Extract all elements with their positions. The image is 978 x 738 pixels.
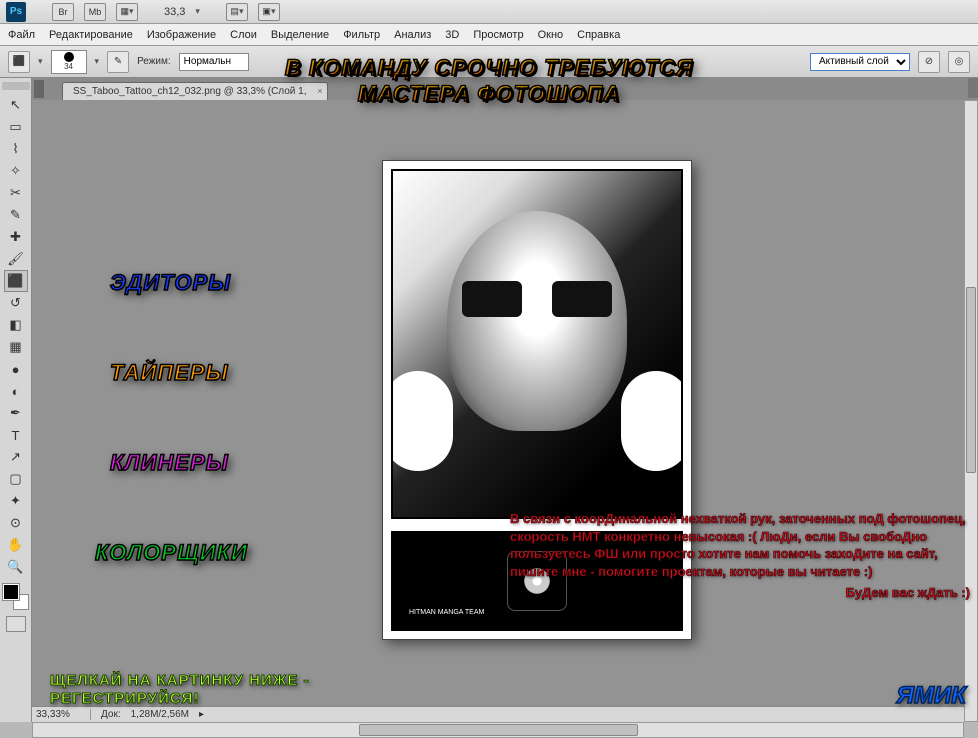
titlebar-zoom[interactable]: 33,3 <box>164 6 185 18</box>
menu-filter[interactable]: Фильтр <box>343 29 380 41</box>
hand-tool[interactable]: ✋ <box>4 534 28 556</box>
pillow-left-shape <box>391 371 453 471</box>
canvas[interactable]: HITMAN MANGA TEAM <box>32 100 978 722</box>
eyedropper-tool[interactable]: ✎ <box>4 204 28 226</box>
menu-window[interactable]: Окно <box>538 29 564 41</box>
toolbox: ↖ ▭ ⌇ ✧ ✂ ✎ ✚ 🖌 ⬛ ↺ ◧ ▦ ● ◐ ✒ T ↗ ▢ ✦ ⊙ … <box>0 78 32 722</box>
zoom-tool[interactable]: 🔍 <box>4 556 28 578</box>
crop-tool[interactable]: ✂ <box>4 182 28 204</box>
v-scroll-thumb[interactable] <box>966 287 976 473</box>
fg-color-swatch[interactable] <box>3 584 19 600</box>
3d-tool[interactable]: ✦ <box>4 490 28 512</box>
headline-text: В КОМАНДУ СРОЧНО ТРЕБУЮТСЯ МАСТЕРА ФОТОШ… <box>0 55 978 108</box>
pillow-right-shape <box>621 371 683 471</box>
gradient-tool[interactable]: ▦ <box>4 336 28 358</box>
role-colorists: КОЛОРЩИКИ <box>95 540 248 566</box>
path-tool[interactable]: ↗ <box>4 446 28 468</box>
bridge-icon[interactable]: Br <box>52 3 74 21</box>
cta-text: ЩЕЛКАЙ НА КАРТИНКУ НИЖЕ - РЕГЕСТРИРУЙСЯ! <box>50 672 310 708</box>
workspace: ↖ ▭ ⌇ ✧ ✂ ✎ ✚ 🖌 ⬛ ↺ ◧ ▦ ● ◐ ✒ T ↗ ▢ ✦ ⊙ … <box>0 78 978 722</box>
heal-tool[interactable]: ✚ <box>4 226 28 248</box>
menu-analysis[interactable]: Анализ <box>394 29 431 41</box>
status-doc-label: Док: <box>101 709 121 720</box>
face-shape <box>447 211 627 431</box>
menu-edit[interactable]: Редактирование <box>49 29 133 41</box>
dodge-tool[interactable]: ◐ <box>4 380 28 402</box>
shape-tool[interactable]: ▢ <box>4 468 28 490</box>
quickmask-toggle[interactable] <box>6 616 26 632</box>
status-doc-size: 1,28M/2,56M <box>131 709 189 720</box>
eraser-tool[interactable]: ◧ <box>4 314 28 336</box>
stamp-tool[interactable]: ⬛ <box>4 270 28 292</box>
menu-help[interactable]: Справка <box>577 29 620 41</box>
brush-tool[interactable]: 🖌 <box>4 248 28 270</box>
history-brush-tool[interactable]: ↺ <box>4 292 28 314</box>
role-editors: ЭДИТОРЫ <box>110 270 231 296</box>
status-zoom[interactable]: 33,33% <box>36 709 91 720</box>
author-signature: ЯМИК <box>896 682 966 710</box>
menu-3d[interactable]: 3D <box>445 29 459 41</box>
horizontal-scrollbar[interactable] <box>32 722 964 738</box>
zoom-dropdown-icon[interactable]: ▾ <box>195 6 200 17</box>
status-arrow-icon[interactable]: ▸ <box>199 709 204 720</box>
menu-bar: Файл Редактирование Изображение Слои Выд… <box>0 24 978 46</box>
manga-credit: HITMAN MANGA TEAM <box>405 608 488 617</box>
status-bar: 33,33% Док: 1,28M/2,56M ▸ <box>32 706 964 722</box>
manga-panel-top <box>391 169 683 519</box>
role-typers: ТАЙПЕРЫ <box>110 360 228 386</box>
marquee-tool[interactable]: ▭ <box>4 116 28 138</box>
vertical-scrollbar[interactable] <box>964 100 978 722</box>
menu-file[interactable]: Файл <box>8 29 35 41</box>
title-bar: Ps Br Mb ▦▾ 33,3 ▾ ▤▾ ▣▾ <box>0 0 978 24</box>
app-logo-icon: Ps <box>6 2 26 22</box>
menu-select[interactable]: Выделение <box>271 29 329 41</box>
minibridge-icon[interactable]: Mb <box>84 3 106 21</box>
menu-view[interactable]: Просмотр <box>473 29 523 41</box>
menu-image[interactable]: Изображение <box>147 29 216 41</box>
pen-tool[interactable]: ✒ <box>4 402 28 424</box>
screenmode-icon[interactable]: ▣▾ <box>258 3 280 21</box>
sunglasses-shape <box>462 281 612 321</box>
view-extras-icon[interactable]: ▦▾ <box>116 3 138 21</box>
document-area: SS_Taboo_Tattoo_ch12_032.png @ 33,3% (Сл… <box>32 78 978 722</box>
3d-camera-tool[interactable]: ⊙ <box>4 512 28 534</box>
lasso-tool[interactable]: ⌇ <box>4 138 28 160</box>
type-tool[interactable]: T <box>4 424 28 446</box>
color-swatches[interactable] <box>3 584 29 610</box>
role-cleaners: КЛИНЕРЫ <box>110 450 229 476</box>
recruitment-body: В связи с коорДинальной нехваткой рук, з… <box>510 510 970 602</box>
wand-tool[interactable]: ✧ <box>4 160 28 182</box>
h-scroll-thumb[interactable] <box>359 724 638 736</box>
menu-layers[interactable]: Слои <box>230 29 257 41</box>
arrange-icon[interactable]: ▤▾ <box>226 3 248 21</box>
blur-tool[interactable]: ● <box>4 358 28 380</box>
